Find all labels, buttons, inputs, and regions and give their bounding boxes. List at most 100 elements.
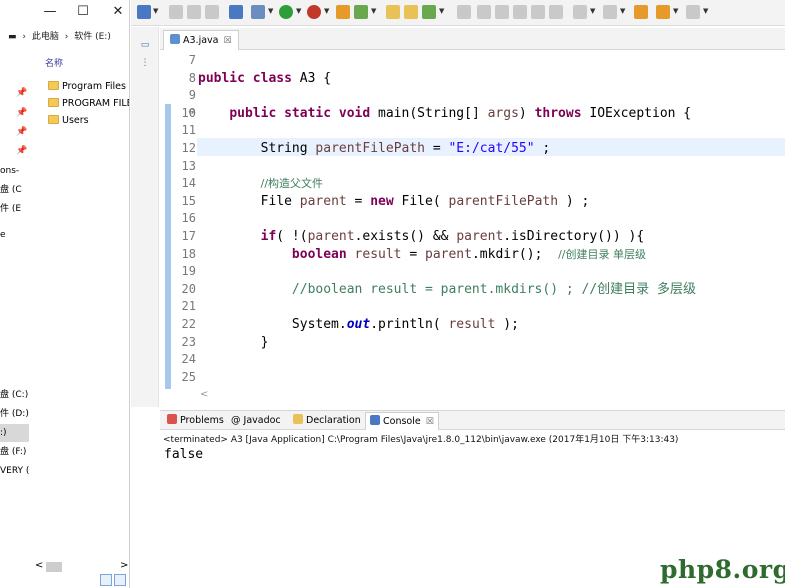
pin-icon: 📌	[16, 88, 28, 98]
line-number: 19	[181, 264, 196, 279]
console-output[interactable]: false	[164, 447, 203, 462]
explorer-hscrollbar[interactable]: < >	[0, 560, 129, 574]
line-number: 25	[181, 369, 196, 384]
code-line-10: public static void main(String[] args) t…	[229, 105, 692, 121]
next-edit-icon[interactable]	[573, 5, 587, 19]
close-tab-icon[interactable]: ☒	[223, 36, 231, 46]
folder-item[interactable]: Users	[48, 113, 89, 129]
open-type-icon[interactable]	[386, 5, 400, 19]
scroll-right-icon[interactable]: >	[120, 560, 128, 571]
prev-annotation-icon[interactable]	[495, 5, 509, 19]
run-icon[interactable]	[279, 5, 293, 19]
tab-problems[interactable]: Problems	[163, 412, 228, 430]
nav-item[interactable]: VERY (C	[0, 463, 30, 479]
back-icon[interactable]	[656, 5, 670, 19]
view-mode-buttons[interactable]	[100, 574, 129, 588]
block-select-icon[interactable]	[549, 5, 563, 19]
minimize-button[interactable]: —	[35, 2, 65, 22]
line-number: 18	[181, 246, 196, 261]
line-number: 24	[181, 352, 196, 367]
code-line-20: //boolean result = parent.mkdirs() ; //创…	[291, 281, 696, 297]
details-view-icon[interactable]	[100, 574, 112, 586]
code-line-17: if( !(parent.exists() && parent.isDirect…	[260, 229, 645, 244]
nav-item[interactable]: 件 (E	[0, 201, 30, 217]
pin-icon: 📌	[16, 127, 28, 137]
tab-javadoc[interactable]: @ Javadoc	[227, 412, 285, 430]
close-button[interactable]: ✕	[103, 2, 129, 22]
breadcrumb-this-pc[interactable]: 此电脑	[32, 32, 59, 42]
toggle-mark-icon[interactable]	[531, 5, 545, 19]
watermark-logo: php8.org	[660, 555, 785, 584]
folder-label: Users	[62, 115, 89, 126]
new-java-project-icon[interactable]	[336, 5, 350, 19]
nav-item[interactable]: 盘 (F:)	[0, 444, 30, 460]
editor-hscrollbar[interactable]: <	[160, 389, 785, 403]
change-marker-bar	[165, 104, 171, 390]
line-number: 16	[181, 211, 196, 226]
toggle-icon[interactable]	[229, 5, 243, 19]
forward-icon[interactable]	[686, 5, 700, 19]
line-number: 8	[188, 70, 196, 85]
tab-label: Console	[383, 416, 421, 427]
tab-label: Declaration	[306, 415, 361, 426]
annotation-icon[interactable]	[457, 5, 471, 19]
address-bar[interactable]: ▬ › 此电脑 › 软件 (E:)	[0, 26, 129, 48]
nav-item[interactable]: 盘 (C	[0, 182, 30, 198]
new-class-icon[interactable]	[354, 5, 368, 19]
last-edit-location-icon[interactable]	[634, 5, 648, 19]
nav-item[interactable]: ons-	[0, 163, 30, 179]
package-explorer-icon[interactable]: ⋮	[139, 57, 151, 69]
code-line-12: String parentFilePath = "E:/cat/55" ;	[260, 141, 551, 156]
nav-item-selected[interactable]: :)	[0, 425, 30, 441]
eclipse-toolbar: ▼ ▼ ▼ ▼ ▼ ▼ ▼ ▼ ▼ ▼	[131, 0, 785, 26]
tab-console[interactable]: Console ☒	[365, 412, 439, 430]
save-all-icon[interactable]	[187, 5, 201, 19]
tab-label: Problems	[180, 415, 224, 426]
folder-item[interactable]: PROGRAM FILES	[48, 96, 129, 112]
nav-item[interactable]: 件 (D:)	[0, 406, 30, 422]
tiles-view-icon[interactable]	[114, 574, 126, 586]
problems-icon	[167, 414, 177, 424]
maximize-button[interactable]: ☐	[68, 2, 98, 22]
line-number: 13	[181, 158, 196, 173]
pin-editor-icon[interactable]	[513, 5, 527, 19]
breadcrumb-drive[interactable]: 软件 (E:)	[74, 32, 111, 42]
folder-icon	[48, 115, 59, 124]
left-trim-bar: ▭ ⋮	[131, 27, 159, 407]
close-tab-icon[interactable]: ☒	[426, 417, 434, 427]
search-icon[interactable]	[422, 5, 436, 19]
breadcrumb-separator: ›	[64, 32, 69, 42]
new-icon[interactable]	[137, 5, 151, 19]
code-line-18: boolean result = parent.mkdir(); //创建目录 …	[291, 246, 646, 262]
folder-item[interactable]: Program Files	[48, 79, 126, 95]
folder-label: PROGRAM FILES	[62, 98, 129, 109]
scroll-thumb[interactable]	[46, 562, 62, 572]
line-number: 10	[181, 105, 196, 120]
pin-icon: 📌	[16, 108, 28, 118]
code-line-14: //构造父文件	[260, 177, 324, 191]
restore-icon[interactable]: ▭	[139, 39, 151, 51]
nav-item[interactable]: 盘 (C:)	[0, 387, 30, 403]
line-number: 9	[188, 88, 196, 103]
prev-edit-icon[interactable]	[603, 5, 617, 19]
code-line-8: public class A3 {	[198, 70, 332, 86]
external-tools-icon[interactable]	[307, 5, 321, 19]
scroll-left-icon[interactable]: <	[200, 389, 208, 400]
tab-label: A3.java	[183, 35, 219, 46]
save-icon[interactable]	[169, 5, 183, 19]
print-icon[interactable]	[205, 5, 219, 19]
line-number: 22	[181, 317, 196, 331]
tab-a3-java[interactable]: A3.java ☒	[163, 30, 239, 50]
file-explorer-panel: — ☐ ✕ ▬ › 此电脑 › 软件 (E:) 名称 Program Files…	[0, 0, 130, 588]
debug-icon[interactable]	[251, 5, 265, 19]
code-line-15: File parent = new File( parentFilePath )…	[260, 193, 590, 209]
column-header-name[interactable]: 名称	[45, 56, 63, 69]
tab-declaration[interactable]: Declaration	[289, 412, 365, 430]
nav-item[interactable]: e	[0, 227, 30, 243]
open-task-icon[interactable]	[404, 5, 418, 19]
next-annotation-icon[interactable]	[477, 5, 491, 19]
line-number: 14	[181, 176, 196, 191]
code-editor[interactable]: ⊖ 7 8 9 10 11 12 13 14 15 16 17 18 19 20…	[160, 50, 785, 390]
scroll-left-icon[interactable]: <	[35, 560, 43, 571]
java-file-icon	[170, 34, 180, 44]
